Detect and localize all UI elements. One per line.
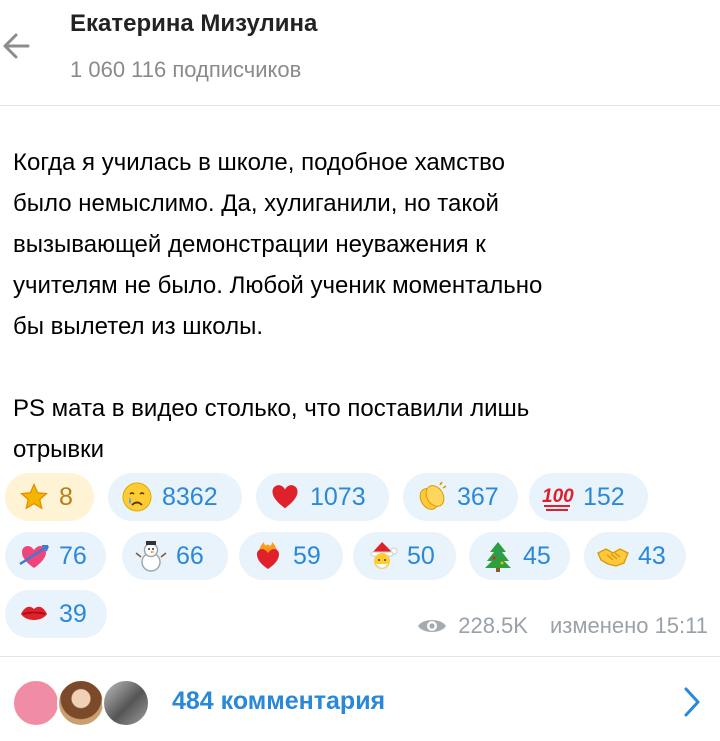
reaction-red-heart[interactable]: 1073 xyxy=(256,473,389,521)
reaction-kiss-mark[interactable]: 39 xyxy=(5,590,107,638)
reaction-heart-on-fire[interactable]: 59 xyxy=(239,532,343,580)
handshake-icon xyxy=(596,539,630,573)
reaction-snowman[interactable]: 66 xyxy=(122,532,228,580)
reaction-count: 50 xyxy=(407,541,435,570)
reaction-christmas-tree[interactable]: 45 xyxy=(469,532,570,580)
comments-button[interactable]: 484 комментария xyxy=(0,656,720,741)
reaction-count: 39 xyxy=(59,599,87,628)
message-meta: 228.5K изменено 15:11 xyxy=(416,613,708,639)
back-arrow-icon[interactable] xyxy=(0,24,40,68)
view-count: 228.5K xyxy=(458,613,528,638)
reaction-count: 76 xyxy=(59,541,87,570)
heart-on-fire-icon xyxy=(251,539,285,573)
reaction-hundred-points[interactable]: 100 152 xyxy=(529,473,648,521)
svg-text:100: 100 xyxy=(542,486,574,507)
hundred-points-icon: 100 xyxy=(541,480,575,514)
channel-header: Екатерина Мизулина 1 060 116 подписчиков xyxy=(0,0,720,106)
santa-claus-icon xyxy=(365,539,399,573)
commenter-avatar xyxy=(12,679,60,727)
reaction-heart-with-arrow[interactable]: 76 xyxy=(5,532,106,580)
snowman-icon xyxy=(134,539,168,573)
message-text: Когда я училась в школе, подобное хамств… xyxy=(13,149,543,463)
reaction-star[interactable]: 8 xyxy=(5,473,94,521)
comments-count-label: 484 комментария xyxy=(172,687,386,715)
reaction-count: 43 xyxy=(638,541,666,570)
reaction-santa-claus[interactable]: 50 xyxy=(353,532,456,580)
reaction-count: 45 xyxy=(523,541,551,570)
red-heart-icon xyxy=(268,480,302,514)
channel-title[interactable]: Екатерина Мизулина xyxy=(70,10,317,38)
reaction-count: 8 xyxy=(59,482,73,511)
reaction-count: 66 xyxy=(176,541,204,570)
christmas-tree-icon xyxy=(481,539,515,573)
reaction-count: 1073 xyxy=(310,482,366,511)
crying-face-icon xyxy=(120,480,154,514)
edited-timestamp: изменено 15:11 xyxy=(549,613,708,638)
star-icon xyxy=(17,480,51,514)
views-eye-icon xyxy=(418,620,447,632)
reaction-count: 367 xyxy=(457,482,499,511)
clapping-hands-icon xyxy=(415,480,449,514)
reaction-count: 59 xyxy=(293,541,321,570)
heart-with-arrow-icon xyxy=(17,539,51,573)
reaction-handshake[interactable]: 43 xyxy=(584,532,686,580)
chevron-right-icon xyxy=(684,687,700,717)
commenter-avatar xyxy=(57,679,105,727)
message-post: Когда я училась в школе, подобное хамств… xyxy=(0,106,720,654)
kiss-mark-icon xyxy=(17,597,51,631)
subscriber-count: 1 060 116 подписчиков xyxy=(70,57,302,82)
reaction-crying-face[interactable]: 8362 xyxy=(108,473,242,521)
reaction-count: 8362 xyxy=(162,482,218,511)
commenter-avatar xyxy=(102,679,150,727)
reaction-clapping-hands[interactable]: 367 xyxy=(403,473,518,521)
reaction-count: 152 xyxy=(583,482,625,511)
